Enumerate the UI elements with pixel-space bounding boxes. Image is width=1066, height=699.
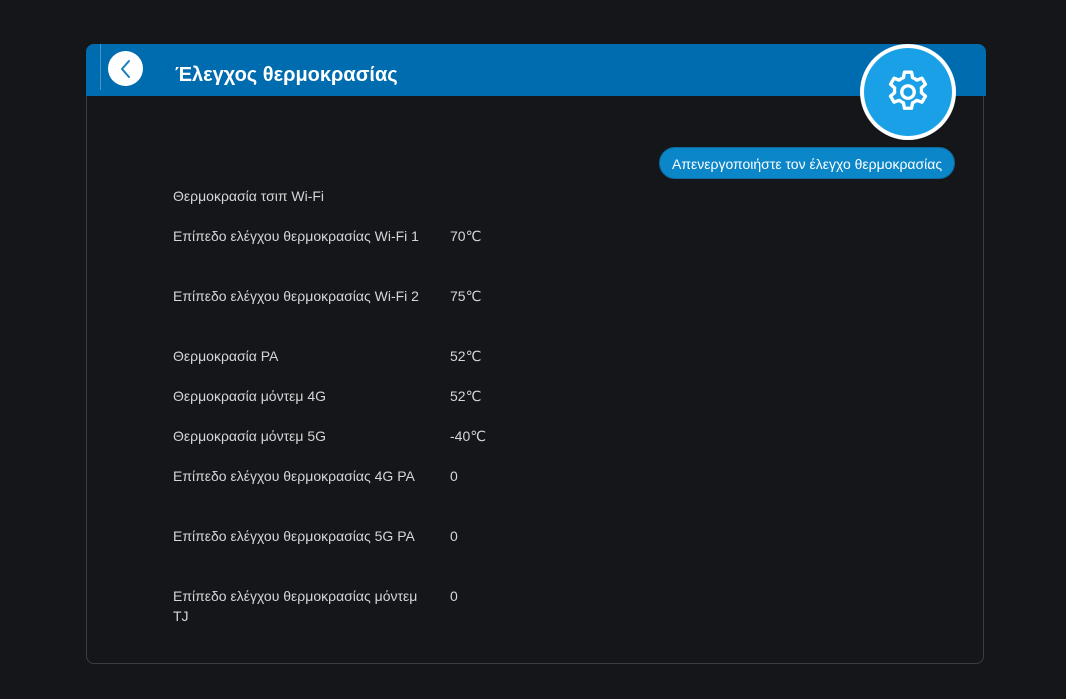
chevron-left-icon xyxy=(120,59,130,78)
row-label: Επίπεδο ελέγχου θερμοκρασίας 5G PA xyxy=(173,528,415,544)
row-label: Θερμοκρασία PA xyxy=(173,348,279,364)
row-label: Επίπεδο ελέγχου θερμοκρασίας Wi-Fi 2 xyxy=(173,288,419,304)
header-bar: Έλεγχος θερμοκρασίας xyxy=(86,44,986,96)
settings-badge xyxy=(860,44,956,140)
temperature-control-card: Έλεγχος θερμοκρασίας Απενεργοποιήστε τον… xyxy=(86,44,986,664)
header-divider xyxy=(100,44,101,90)
row-label: Θερμοκρασία μόντεμ 5G xyxy=(173,428,326,444)
row-label: Επίπεδο ελέγχου θερμοκρασίας 4G PA xyxy=(173,468,415,484)
row-value: 0 xyxy=(450,588,458,604)
page-title: Έλεγχος θερμοκρασίας xyxy=(175,64,398,86)
row-value: 75℃ xyxy=(450,288,482,304)
row-label: Επίπεδο ελέγχου θερμοκρασίας Wi-Fi 1 xyxy=(173,228,419,244)
disable-temperature-control-button[interactable]: Απενεργοποιήστε τον έλεγχο θερμοκρασίας xyxy=(659,147,956,179)
row-value: 70℃ xyxy=(450,228,482,244)
gear-icon xyxy=(888,70,928,110)
row-value: 0 xyxy=(450,528,458,544)
row-value: 52℃ xyxy=(450,388,482,404)
row-label: Θερμοκρασία μόντεμ 4G xyxy=(173,388,326,404)
row-value: 0 xyxy=(450,468,458,484)
back-button[interactable] xyxy=(108,51,143,86)
row-label: Επίπεδο ελέγχου θερμοκρασίας μόντεμ TJ xyxy=(173,588,418,624)
section-label: Θερμοκρασία τσιπ Wi-Fi xyxy=(173,188,325,204)
row-value: 52℃ xyxy=(450,348,482,364)
row-value: -40℃ xyxy=(450,428,486,444)
